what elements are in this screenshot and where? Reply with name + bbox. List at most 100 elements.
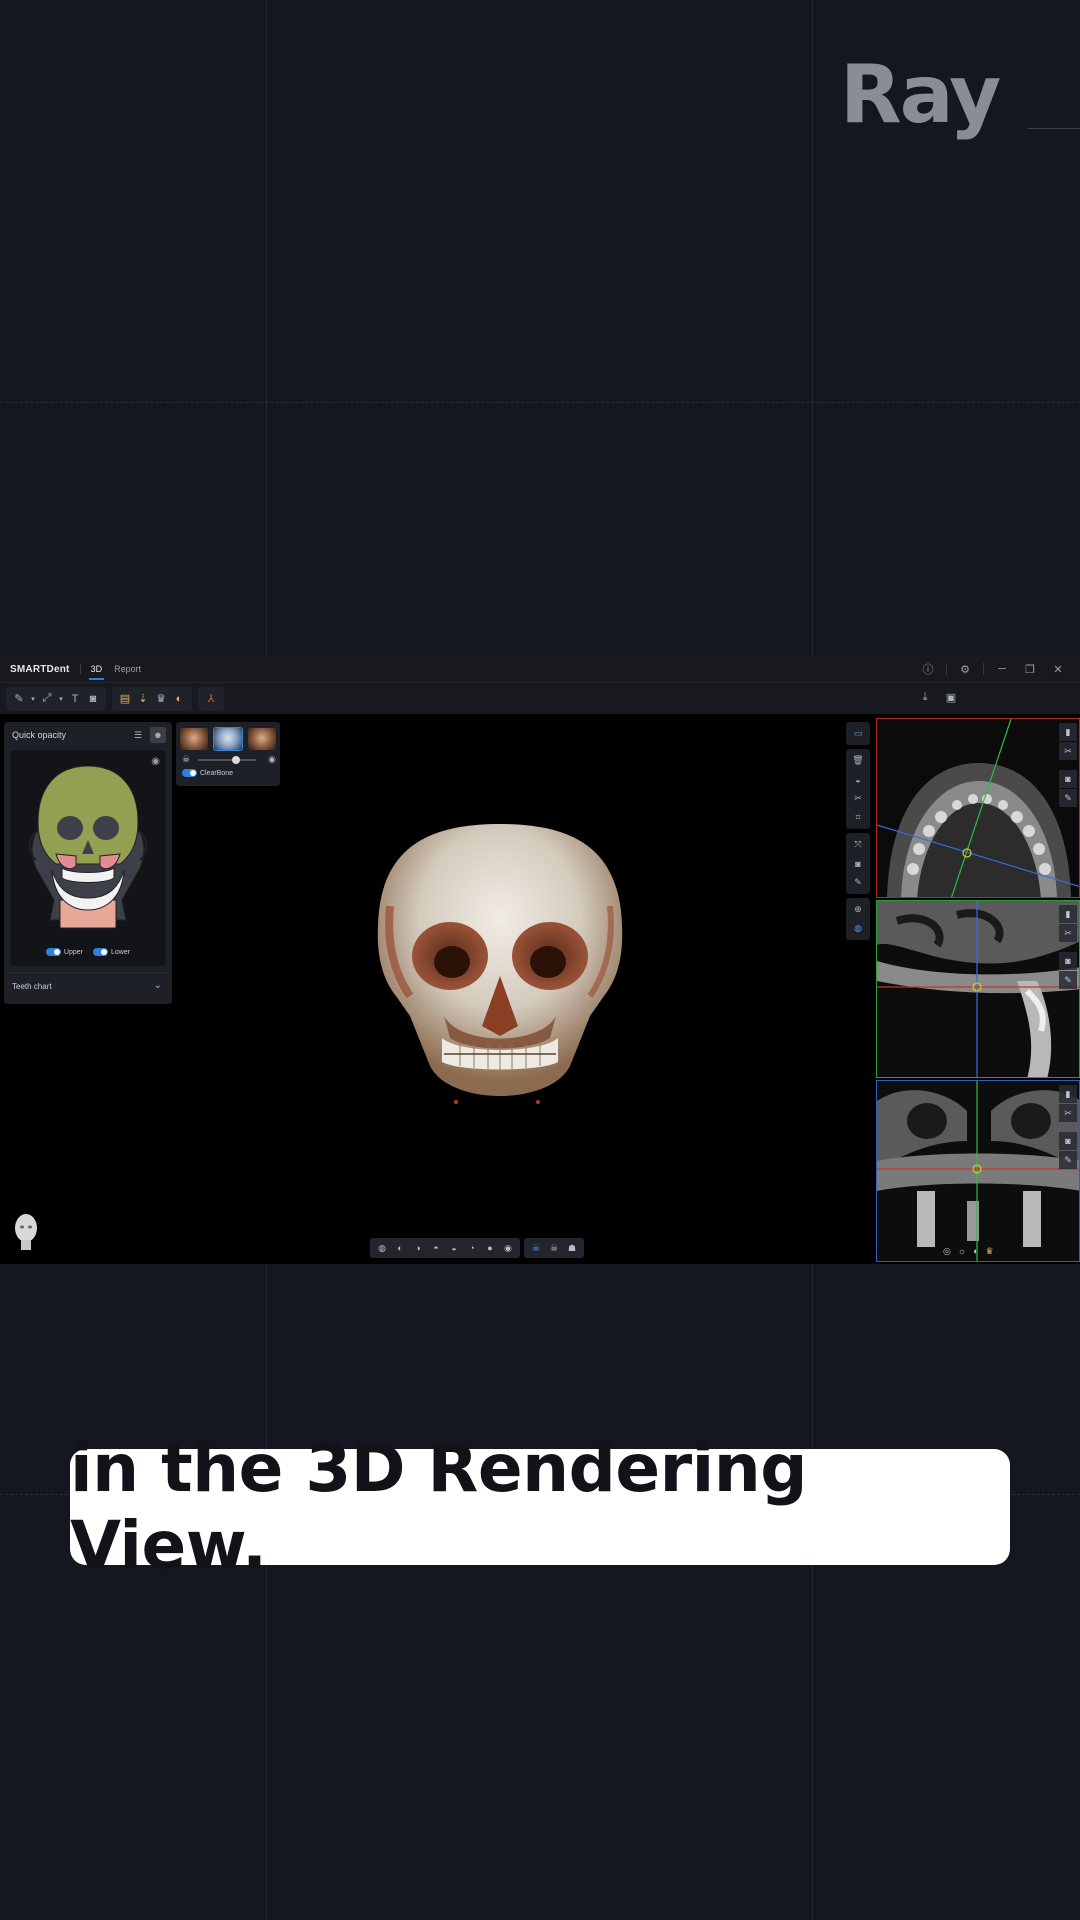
toggle-switch[interactable] xyxy=(45,948,61,956)
brightness-icon[interactable]: ☼ xyxy=(958,1246,966,1257)
scissors-icon[interactable]: ✂ xyxy=(846,789,870,808)
fit-icon[interactable]: ⤧ xyxy=(846,835,870,854)
notes-icon[interactable]: ▤ xyxy=(116,689,134,709)
close-button[interactable]: ✕ xyxy=(1044,663,1072,676)
sagittal-slice-image[interactable] xyxy=(877,901,1080,1078)
tool-group: ⊕ ◍ xyxy=(846,898,870,940)
trash-icon[interactable]: ▮ xyxy=(1059,905,1077,923)
ray-logo: Ray xyxy=(840,48,1001,141)
toggle-switch[interactable] xyxy=(182,769,197,777)
eye-icon[interactable]: ◉ xyxy=(151,756,160,767)
skull-view-icon[interactable]: ☻ xyxy=(150,727,166,743)
restore-button[interactable]: ❐ xyxy=(1016,663,1044,676)
sculpt-icon[interactable]: ◒ xyxy=(846,770,870,789)
skull-illustration[interactable] xyxy=(10,750,166,940)
settings-icon[interactable]: ⚙ xyxy=(951,663,979,676)
view-oblique-icon[interactable]: ◔ xyxy=(463,1239,481,1257)
layout-icon[interactable]: ▭ xyxy=(846,724,870,743)
chevron-down-icon[interactable]: ⌄ xyxy=(154,980,162,991)
axial-slice-image[interactable] xyxy=(877,719,1080,898)
camera-icon[interactable]: ◙ xyxy=(846,854,870,873)
opacity-slider[interactable] xyxy=(198,756,256,764)
mpr-tools: ▮ ✂ ◙ ✎ xyxy=(1059,1085,1077,1170)
camera-icon[interactable]: ◙ xyxy=(1059,952,1077,970)
tab-report[interactable]: Report xyxy=(114,656,141,682)
chevron-down-icon[interactable]: ▾ xyxy=(28,689,38,709)
line-measure-icon[interactable]: ⤢ xyxy=(38,689,56,709)
view-reset-icon[interactable]: ◉ xyxy=(499,1239,517,1257)
chevron-down-icon[interactable]: ▾ xyxy=(56,689,66,709)
orientation-head-icon[interactable] xyxy=(12,1212,40,1252)
preset-thumbnail[interactable] xyxy=(248,728,276,750)
skull-diagram[interactable]: ◉ Upper Lower xyxy=(10,750,166,966)
pencil-icon[interactable]: ✎ xyxy=(10,689,28,709)
save-icon[interactable]: ▣ xyxy=(942,687,960,707)
main-toolbar: ✎ ▾ ⤢ ▾ T ◙ ▤ ⇣ ♛ ◐ ⅄ ⤓ ▣ xyxy=(0,682,1080,714)
download-icon[interactable]: ⤓ xyxy=(916,687,934,707)
teeth-chart-dropdown[interactable]: Teeth chart ⌄ xyxy=(4,972,172,1000)
ruler-icon[interactable]: ✎ xyxy=(1059,971,1077,989)
render-mode-icon[interactable]: ☠ xyxy=(527,1239,545,1257)
toggle-switch[interactable] xyxy=(93,948,108,956)
upper-toggle[interactable]: Upper xyxy=(45,948,83,956)
coronal-slice-image[interactable] xyxy=(877,1081,1080,1262)
tool-group: ⤧ ◙ ✎ xyxy=(846,833,870,894)
orientation-icon[interactable]: ◍ xyxy=(846,919,870,938)
lower-toggle[interactable]: Lower xyxy=(93,948,130,956)
render-mode-icon[interactable]: ☗ xyxy=(563,1239,581,1257)
implant-icon[interactable]: ⇣ xyxy=(134,689,152,709)
view-left-icon[interactable]: ◐ xyxy=(391,1239,409,1257)
scissors-icon[interactable]: ✂ xyxy=(1059,742,1077,760)
view-bottom-icon[interactable]: ◒ xyxy=(445,1239,463,1257)
ruler-icon[interactable]: ✎ xyxy=(1059,789,1077,807)
preset-thumbnail[interactable] xyxy=(180,728,208,750)
tooth-icon[interactable]: ♛ xyxy=(152,689,170,709)
list-icon[interactable]: ☰ xyxy=(130,727,146,743)
toggle-label: Upper xyxy=(63,948,83,956)
mpr-coronal-view[interactable]: ▮ ✂ ◙ ✎ ◎ ☼ ◐ ♛ xyxy=(876,1080,1080,1262)
view-preset-bar: ◍ ◐ ◑ ◓ ◒ ◔ ● ◉ ☠ ☠ ☗ xyxy=(370,1238,584,1258)
trash-icon[interactable]: ▮ xyxy=(1059,723,1077,741)
caption-box: in the 3D Rendering View. xyxy=(70,1430,1010,1584)
tooth-color-icon[interactable]: ♛ xyxy=(986,1246,994,1257)
scissors-icon[interactable]: ✂ xyxy=(1059,924,1077,942)
region-cut-icon[interactable]: ⌗ xyxy=(846,808,870,827)
text-icon[interactable]: T xyxy=(66,689,84,709)
app-window: SMARTDent 3D Report ⓘ ⚙ ─ ❐ ✕ ✎ ▾ ⤢ ▾ T … xyxy=(0,656,1080,1264)
mpr-sagittal-view[interactable]: ▮ ✂ ◙ ✎ xyxy=(876,900,1080,1078)
filter-icon[interactable]: ◎ xyxy=(943,1246,951,1257)
axis-icon[interactable]: ⅄ xyxy=(202,689,220,709)
mpr-axial-view[interactable]: ▮ ✂ ◙ ✎ xyxy=(876,718,1080,898)
viewport-tools: ▭ 🗑 ◒ ✂ ⌗ ⤧ ◙ ✎ ⊕ ◍ xyxy=(846,722,870,944)
tab-3d[interactable]: 3D xyxy=(88,656,104,682)
render-mode-icon[interactable]: ☠ xyxy=(545,1239,563,1257)
logo-underline xyxy=(1028,128,1080,129)
info-icon[interactable]: ⓘ xyxy=(914,661,942,677)
camera-icon[interactable]: ◙ xyxy=(1059,770,1077,788)
preset-thumbnail-selected[interactable] xyxy=(213,727,243,751)
minimize-button[interactable]: ─ xyxy=(988,663,1016,675)
tool-group: 🗑 ◒ ✂ ⌗ xyxy=(846,749,870,829)
view-front-icon[interactable]: ◍ xyxy=(373,1239,391,1257)
ruler-icon[interactable]: ✎ xyxy=(1059,1151,1077,1169)
camera-icon[interactable]: ◙ xyxy=(1059,1132,1077,1150)
planning-tool-group: ▤ ⇣ ♛ ◐ xyxy=(112,686,192,711)
crosshair-icon[interactable]: ⊕ xyxy=(846,900,870,919)
eye-icon[interactable]: ◉ xyxy=(268,754,276,765)
slider-handle[interactable] xyxy=(232,756,240,764)
scissors-icon[interactable]: ✂ xyxy=(1059,1104,1077,1122)
skull-3d-render[interactable] xyxy=(370,816,630,1126)
view-top-icon[interactable]: ◓ xyxy=(427,1239,445,1257)
divider xyxy=(983,663,984,675)
view-right-icon[interactable]: ◑ xyxy=(409,1239,427,1257)
trash-icon[interactable]: 🗑 xyxy=(846,751,870,770)
trash-icon[interactable]: ▮ xyxy=(1059,1085,1077,1103)
canal-icon[interactable]: ◐ xyxy=(170,689,188,709)
view-back-icon[interactable]: ● xyxy=(481,1239,499,1257)
toggle-label: Lower xyxy=(111,948,131,956)
contrast-icon[interactable]: ◐ xyxy=(973,1246,978,1257)
ruler-icon[interactable]: ✎ xyxy=(846,873,870,892)
clearbone-toggle[interactable]: ClearBone xyxy=(182,769,233,777)
camera-icon[interactable]: ◙ xyxy=(84,689,102,709)
view-angle-group: ◍ ◐ ◑ ◓ ◒ ◔ ● ◉ xyxy=(370,1238,520,1258)
